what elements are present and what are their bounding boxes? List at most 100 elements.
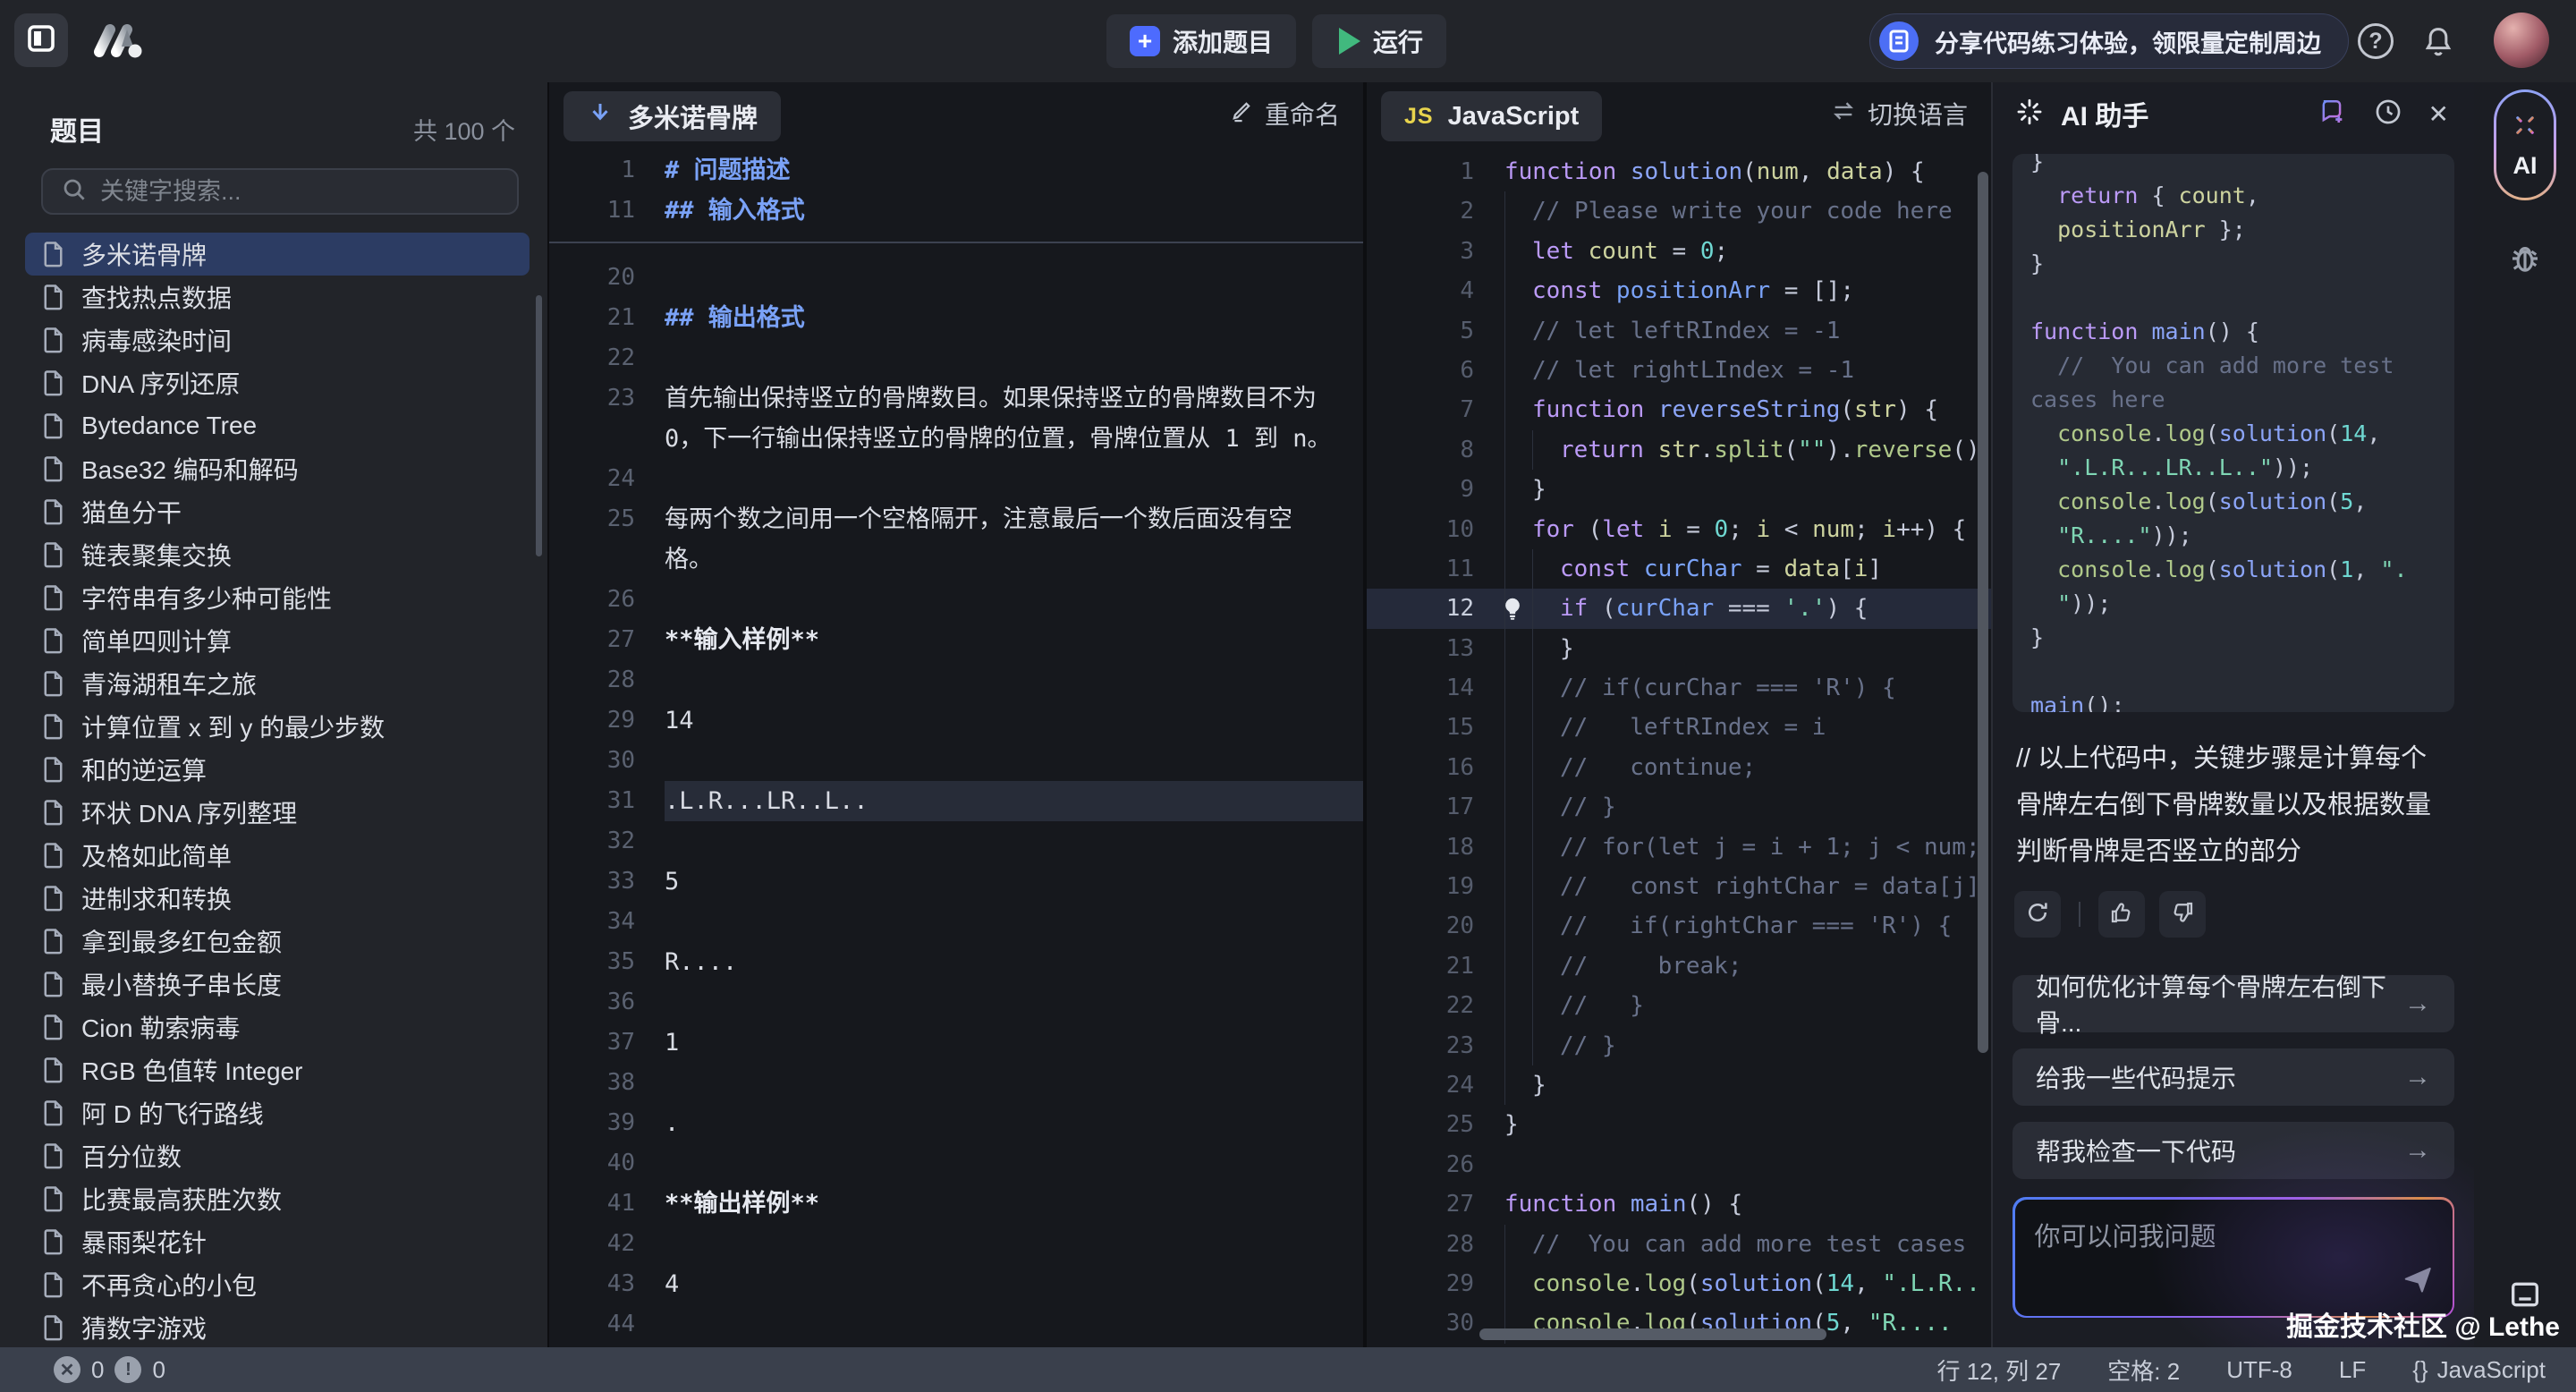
sidebar-item[interactable]: 字符串有多少种可能性 xyxy=(25,576,530,619)
sidebar-item[interactable]: 和的逆运算 xyxy=(25,748,530,791)
indentation[interactable]: 空格: 2 xyxy=(2107,1354,2180,1387)
md-line[interactable]: 371 xyxy=(549,1023,1363,1063)
markdown-body[interactable]: 2021## 输出格式2223首先输出保持竖立的骨牌数目。如果保持竖立的骨牌数目… xyxy=(549,243,1363,1347)
sidebar-item[interactable]: 猫鱼分干 xyxy=(25,490,530,533)
code-line[interactable]: 6// let rightLIndex = -1 xyxy=(1367,351,1991,390)
md-line[interactable]: 36 xyxy=(549,982,1363,1023)
editor-horizontal-scrollbar[interactable] xyxy=(1479,1328,1826,1340)
notification-button[interactable] xyxy=(2420,23,2456,64)
sidebar-item[interactable]: 查找热点数据 xyxy=(25,276,530,318)
md-line[interactable]: 28 xyxy=(549,660,1363,700)
regenerate-button[interactable] xyxy=(2014,891,2061,938)
md-line[interactable]: 335 xyxy=(549,862,1363,902)
code-area[interactable]: 1function solution(num, data) {2// Pleas… xyxy=(1367,145,1991,1347)
md-line[interactable]: 41**输出样例** xyxy=(549,1184,1363,1224)
editor-vertical-scrollbar[interactable] xyxy=(1978,172,1988,1053)
code-line[interactable]: 1function solution(num, data) { xyxy=(1367,152,1991,191)
code-line[interactable]: 20// if(rightChar === 'R') { xyxy=(1367,906,1991,946)
run-button[interactable]: 运行 xyxy=(1312,14,1446,68)
lightbulb-icon[interactable] xyxy=(1499,595,1526,626)
code-line[interactable]: 17// } xyxy=(1367,787,1991,827)
md-line[interactable]: 38 xyxy=(549,1063,1363,1103)
code-line[interactable]: 25} xyxy=(1367,1105,1991,1144)
close-icon[interactable]: ✕ xyxy=(2428,99,2449,129)
sidebar-item[interactable]: Base32 编码和解码 xyxy=(25,447,530,490)
md-line[interactable]: 434 xyxy=(549,1264,1363,1304)
code-line[interactable]: 2// Please write your code here xyxy=(1367,191,1991,231)
md-line[interactable]: 21## 输出格式 xyxy=(549,298,1363,338)
md-line[interactable]: 25每两个数之间用一个空格隔开，注意最后一个数后面没有空格。 xyxy=(549,499,1363,580)
user-avatar[interactable] xyxy=(2494,13,2549,68)
code-line[interactable]: 26 xyxy=(1367,1145,1991,1184)
help-button[interactable]: ? xyxy=(2358,23,2394,59)
new-chat-icon[interactable] xyxy=(2316,97,2348,132)
debug-rail-button[interactable] xyxy=(2506,240,2544,282)
md-line[interactable]: 44 xyxy=(549,1304,1363,1345)
ai-rail-button[interactable]: AI xyxy=(2494,89,2556,200)
sidebar-item[interactable]: 及格如此简单 xyxy=(25,834,530,877)
problems-status[interactable]: ✕ 0 ! 0 xyxy=(54,1356,165,1384)
code-line[interactable]: 23// } xyxy=(1367,1026,1991,1065)
md-line[interactable]: 23首先输出保持竖立的骨牌数目。如果保持竖立的骨牌数目不为0，下一行输出保持竖立… xyxy=(549,378,1363,459)
md-line[interactable]: 20 xyxy=(549,258,1363,298)
md-line[interactable]: 11## 输入格式 xyxy=(549,191,1363,231)
ai-suggestion-button[interactable]: 帮我检查一下代码→ xyxy=(2012,1122,2454,1179)
sidebar-item[interactable]: 简单四则计算 xyxy=(25,619,530,662)
history-icon[interactable] xyxy=(2373,97,2403,132)
sidebar-scrollbar[interactable] xyxy=(536,295,542,556)
code-line[interactable]: 5// let leftRIndex = -1 xyxy=(1367,311,1991,351)
sidebar-item[interactable]: 不再贪心的小包 xyxy=(25,1263,530,1306)
md-line[interactable]: 31.L.R...LR..L.. xyxy=(549,781,1363,821)
code-line[interactable]: 29console.log(solution(14, ".L.R.. xyxy=(1367,1264,1991,1303)
md-line[interactable]: 32 xyxy=(549,821,1363,862)
sidebar-item[interactable]: 计算位置 x 到 y 的最少步数 xyxy=(25,705,530,748)
code-line[interactable]: 21// break; xyxy=(1367,946,1991,986)
md-line[interactable]: 30 xyxy=(549,741,1363,781)
md-line[interactable]: 26 xyxy=(549,580,1363,620)
thumbs-down-button[interactable] xyxy=(2159,891,2206,938)
sidebar-item[interactable]: 比赛最高获胜次数 xyxy=(25,1177,530,1220)
switch-language-button[interactable]: 切换语言 xyxy=(1830,96,1968,132)
thumbs-up-button[interactable] xyxy=(2098,891,2145,938)
md-line[interactable]: 2914 xyxy=(549,700,1363,741)
md-line[interactable]: 24 xyxy=(549,459,1363,499)
code-line[interactable]: 27function main() { xyxy=(1367,1184,1991,1224)
sidebar-item[interactable]: 阿 D 的飞行路线 xyxy=(25,1091,530,1134)
sidebar-item[interactable]: 病毒感染时间 xyxy=(25,318,530,361)
sidebar-item[interactable]: 猜数字游戏 xyxy=(25,1306,530,1349)
md-line[interactable]: 27**输入样例** xyxy=(549,620,1363,660)
sidebar-item[interactable]: 拿到最多红包金额 xyxy=(25,920,530,963)
code-line[interactable]: 9} xyxy=(1367,470,1991,509)
ai-input[interactable]: 你可以问我问题 xyxy=(2015,1200,2453,1316)
md-line[interactable]: 40 xyxy=(549,1143,1363,1184)
code-line[interactable]: 8return str.split("").reverse() xyxy=(1367,430,1991,470)
sidebar-item[interactable]: DNA 序列还原 xyxy=(25,361,530,404)
search-box[interactable] xyxy=(41,168,519,215)
code-line[interactable]: 16// continue; xyxy=(1367,748,1991,787)
sidebar-item[interactable]: 链表聚集交换 xyxy=(25,533,530,576)
md-line[interactable]: 42 xyxy=(549,1224,1363,1264)
rename-button[interactable]: 重命名 xyxy=(1229,96,1340,132)
md-line[interactable]: 35R.... xyxy=(549,942,1363,982)
ai-suggestion-button[interactable]: 给我一些代码提示→ xyxy=(2012,1048,2454,1106)
code-line[interactable]: 28// You can add more test cases xyxy=(1367,1225,1991,1264)
code-line[interactable]: 7function reverseString(str) { xyxy=(1367,390,1991,429)
ai-suggestion-button[interactable]: 如何优化计算每个骨牌左右倒下骨...→ xyxy=(2012,975,2454,1032)
eol[interactable]: LF xyxy=(2339,1356,2366,1384)
encoding[interactable]: UTF-8 xyxy=(2226,1356,2292,1384)
sidebar-item[interactable]: 百分位数 xyxy=(25,1134,530,1177)
sidebar-item[interactable]: 最小替换子串长度 xyxy=(25,963,530,1006)
md-line[interactable]: 22 xyxy=(549,338,1363,378)
code-line[interactable]: 13} xyxy=(1367,629,1991,668)
sidebar-item[interactable]: Bytedance Tree xyxy=(25,404,530,447)
sidebar-toggle-button[interactable] xyxy=(14,13,68,67)
md-line[interactable]: 1# 问题描述 xyxy=(549,150,1363,191)
code-line[interactable]: 4const positionArr = []; xyxy=(1367,271,1991,310)
language-mode[interactable]: {} JavaScript xyxy=(2412,1356,2546,1384)
sidebar-item[interactable]: 多米诺骨牌 xyxy=(25,233,530,276)
promo-banner[interactable]: 分享代码练习体验，领限量定制周边 xyxy=(1869,13,2349,69)
cursor-position[interactable]: 行 12, 列 27 xyxy=(1937,1354,2062,1387)
md-line[interactable]: 34 xyxy=(549,902,1363,942)
code-line[interactable]: 10for (let i = 0; i < num; i++) { xyxy=(1367,510,1991,549)
sidebar-item[interactable]: Cion 勒索病毒 xyxy=(25,1006,530,1048)
